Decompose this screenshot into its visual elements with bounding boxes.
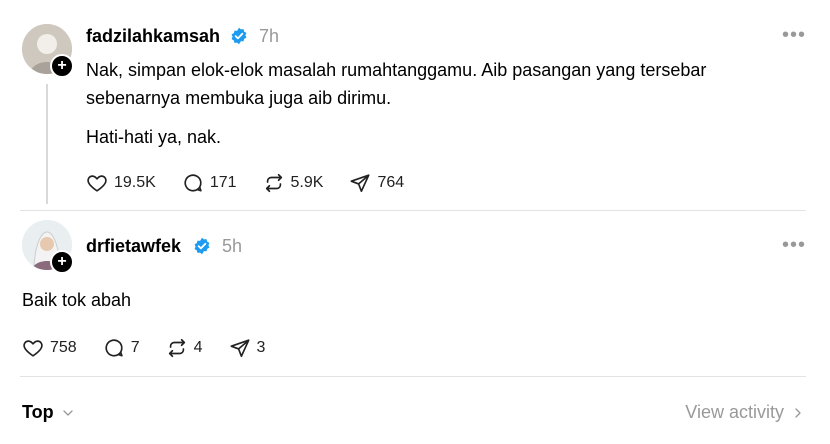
like-button[interactable]: 19.5K (86, 172, 156, 194)
share-button[interactable]: 3 (229, 337, 266, 359)
more-options-icon[interactable]: ••• (782, 234, 806, 257)
reply-button[interactable]: 171 (182, 172, 237, 194)
thread-line (46, 84, 48, 204)
post-text-line: Baik tok abah (22, 290, 132, 310)
repost-icon (168, 338, 185, 358)
send-icon (229, 339, 250, 358)
more-options-icon[interactable]: ••• (782, 24, 806, 47)
heart-icon (87, 175, 107, 192)
username[interactable]: drfietawfek (86, 236, 181, 257)
repost-button[interactable]: 5.9K (263, 172, 324, 194)
repost-count: 4 (193, 339, 203, 356)
post-time: 7h (259, 26, 280, 46)
reply-count: 7 (130, 339, 140, 356)
like-button[interactable]: 758 (22, 337, 77, 359)
heart-icon (23, 340, 43, 357)
verified-badge-icon (231, 27, 247, 45)
follow-plus-icon[interactable]: + (50, 54, 74, 78)
send-icon (350, 174, 370, 193)
comment-icon (184, 174, 202, 192)
post-text-line: sebenarnya membuka juga aib dirimu. (86, 88, 392, 108)
share-count: 3 (256, 339, 266, 356)
post-actions: 758 7 4 3 (22, 337, 291, 359)
sort-label: Top (22, 402, 54, 422)
divider (20, 376, 806, 377)
reply-count: 171 (209, 174, 237, 191)
comment-icon (105, 339, 123, 357)
username[interactable]: fadzilahkamsah (86, 26, 220, 47)
view-activity-label: View activity (685, 402, 784, 422)
post-actions: 19.5K 171 5.9K 764 (86, 172, 430, 194)
reply-button[interactable]: 7 (103, 337, 140, 359)
repost-count: 5.9K (290, 174, 324, 191)
post-time: 5h (222, 236, 243, 256)
share-count: 764 (377, 174, 405, 191)
sort-dropdown[interactable]: Top (22, 402, 76, 423)
post-1: + fadzilahkamsah 7h ••• Nak, simpan elok… (0, 0, 830, 210)
post-text-line: Hati-hati ya, nak. (86, 127, 222, 147)
chevron-right-icon (795, 407, 801, 418)
verified-badge-icon (194, 237, 210, 255)
like-count: 19.5K (114, 174, 156, 191)
follow-plus-icon[interactable]: + (50, 250, 74, 274)
chevron-down-icon (62, 409, 73, 416)
view-activity-link[interactable]: View activity (685, 402, 806, 423)
repost-button[interactable]: 4 (166, 337, 203, 359)
repost-icon (265, 173, 282, 193)
like-count: 758 (50, 339, 77, 356)
post-text-line: Nak, simpan elok-elok masalah rumahtangg… (86, 60, 707, 80)
share-button[interactable]: 764 (349, 172, 404, 194)
post-2: + drfietawfek 5h ••• Baik tok abah 758 7… (0, 210, 830, 376)
